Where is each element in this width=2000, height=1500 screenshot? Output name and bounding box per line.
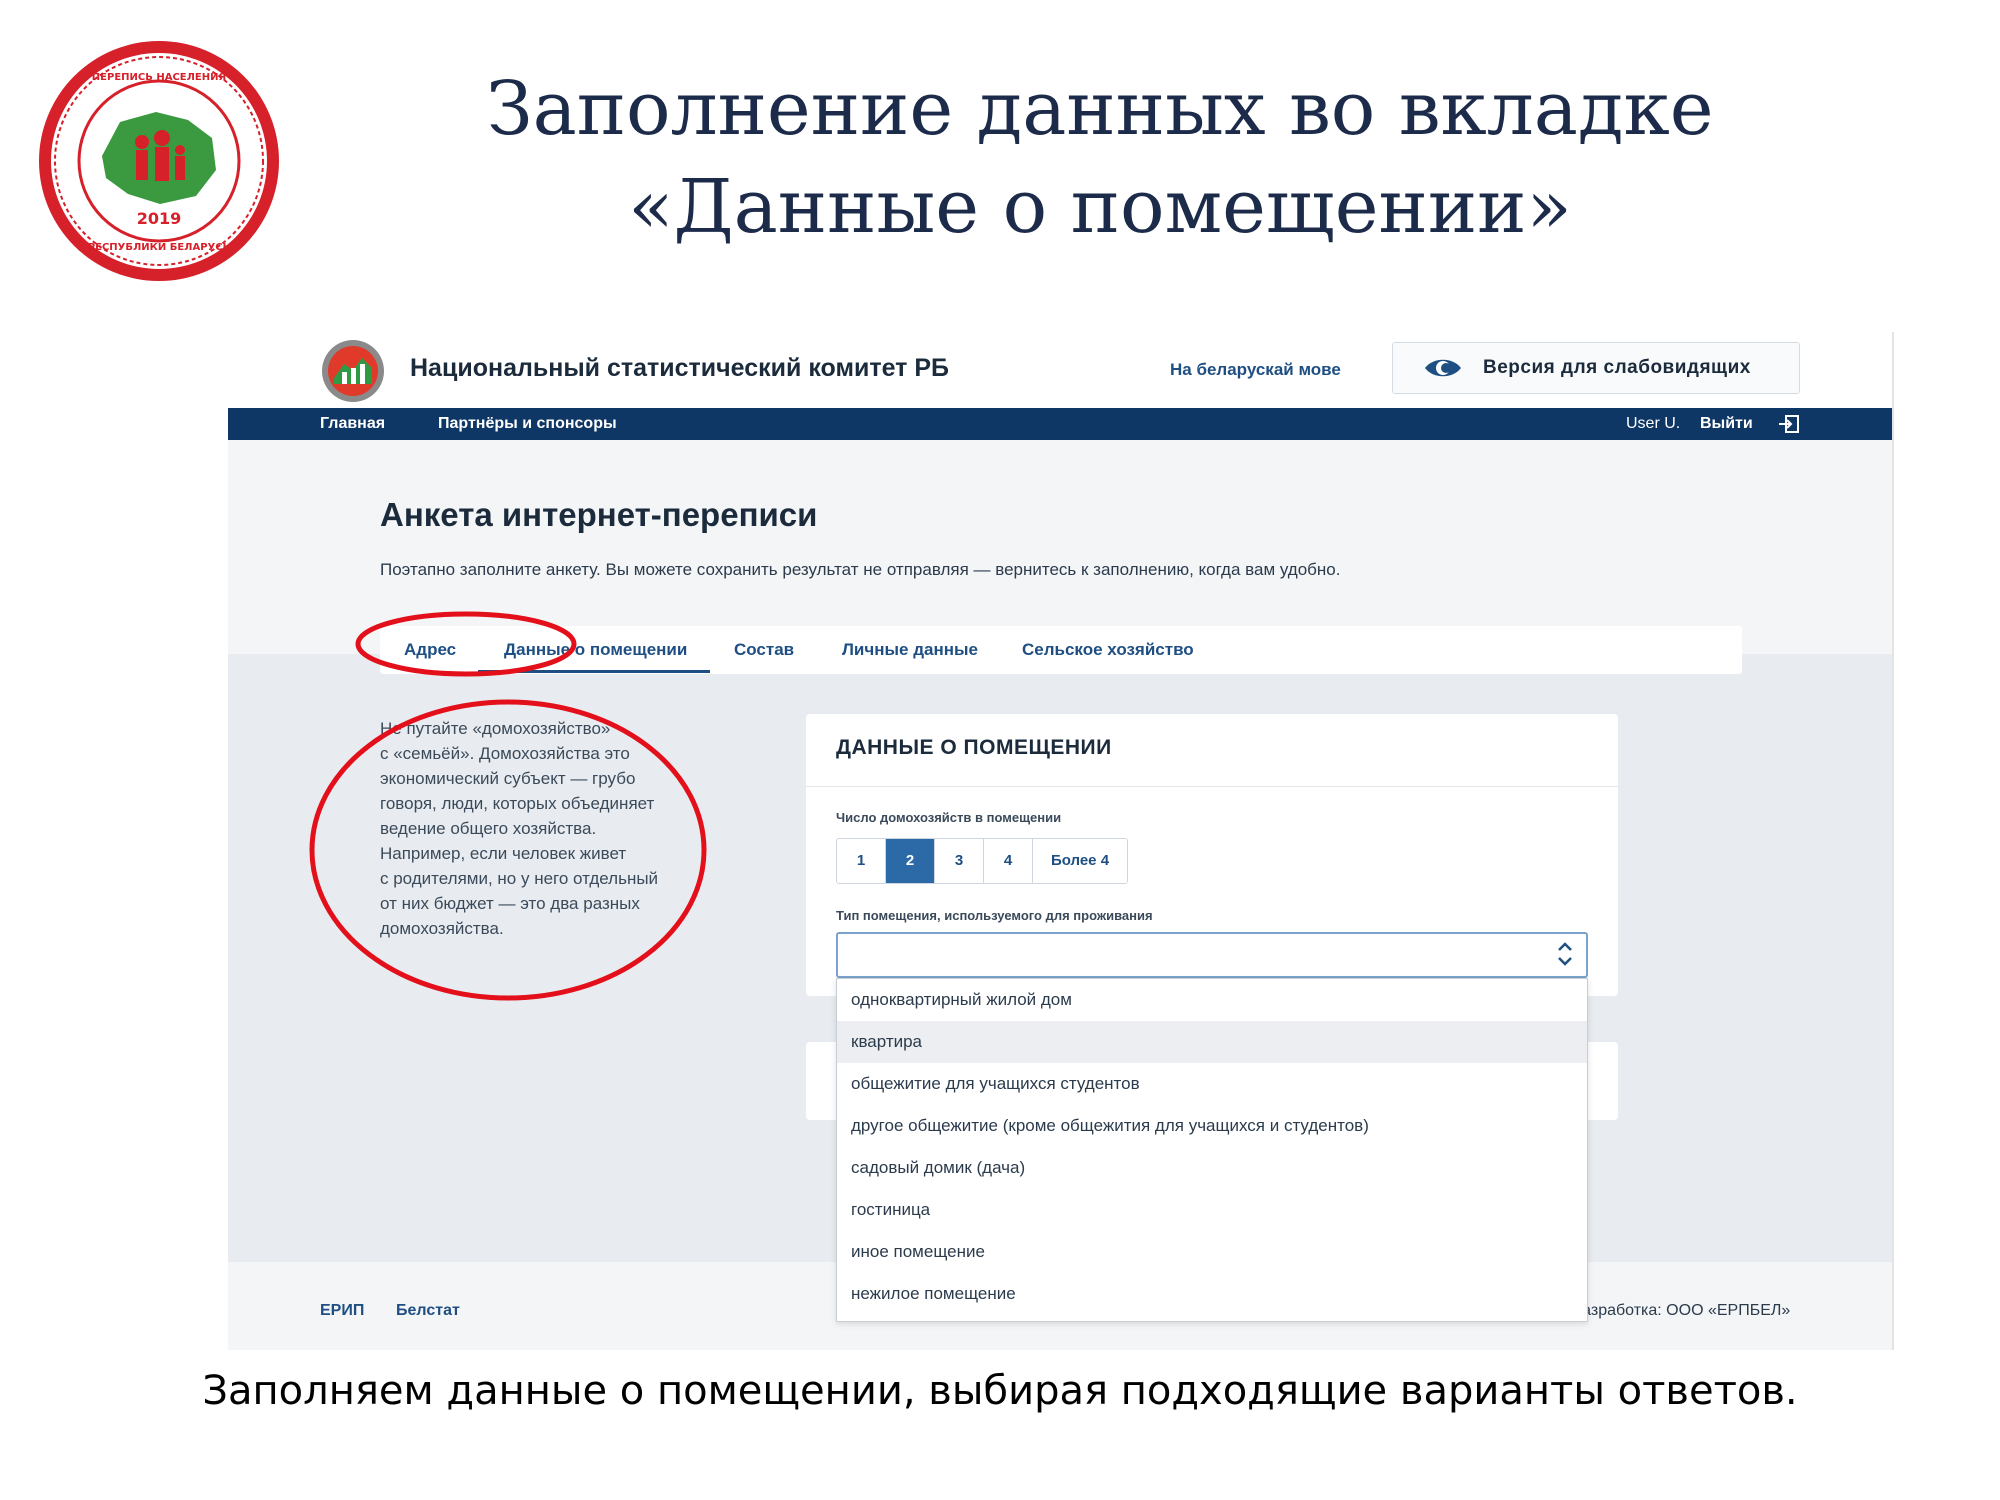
form-title: Анкета интернет-переписи bbox=[380, 496, 818, 533]
user-name[interactable]: User U. bbox=[1626, 415, 1680, 433]
households-option-more-4[interactable]: Более 4 bbox=[1033, 839, 1127, 883]
card-header: ДАННЫЕ О ПОМЕЩЕНИИ bbox=[806, 714, 1618, 787]
nav-partners[interactable]: Партнёры и спонсоры bbox=[438, 415, 617, 433]
footer-developer: Разработка: ООО «ЕРПБЕЛ» bbox=[1572, 1302, 1791, 1319]
main-navbar: Главная Партнёры и спонсоры User U. Выйт… bbox=[228, 408, 1892, 440]
tab-address[interactable]: Адрес bbox=[404, 640, 456, 660]
site-header: Национальный статистический комитет РБ Н… bbox=[228, 332, 1892, 408]
footer-link-belstat[interactable]: Белстат bbox=[396, 1302, 460, 1320]
footer-link-erip[interactable]: ЕРИП bbox=[320, 1302, 364, 1320]
tab-dwelling-data[interactable]: Данные о помещении bbox=[504, 640, 687, 660]
dropdown-option[interactable]: иное помещение bbox=[837, 1231, 1587, 1273]
dwelling-type-select[interactable] bbox=[836, 932, 1588, 978]
dropdown-option[interactable]: общежитие для учащихся студентов bbox=[837, 1063, 1587, 1105]
dropdown-option[interactable]: садовый домик (дача) bbox=[837, 1147, 1587, 1189]
card-title: ДАННЫЕ О ПОМЕЩЕНИИ bbox=[836, 736, 1112, 759]
nav-home[interactable]: Главная bbox=[320, 415, 385, 433]
slide-title-line-2: «Данные о помещении» bbox=[628, 164, 1572, 250]
census-logo-year: 2019 bbox=[137, 209, 182, 228]
dropdown-option-hovered[interactable]: квартира bbox=[837, 1021, 1587, 1063]
dwelling-type-dropdown: одноквартирный жилой дом квартира общежи… bbox=[836, 978, 1588, 1322]
eye-icon bbox=[1425, 359, 1461, 377]
low-vision-label: Версия для слабовидящих bbox=[1483, 357, 1751, 378]
page-header-area bbox=[228, 440, 1892, 654]
households-count-selector: 1 2 3 4 Более 4 bbox=[836, 838, 1128, 884]
hint-line: Не путайте «домохозяйство» bbox=[380, 719, 611, 738]
belarusian-language-link[interactable]: На беларускай мове bbox=[1170, 360, 1341, 380]
households-count-label: Число домохозяйств в помещении bbox=[836, 810, 1062, 825]
chevron-up-down-icon[interactable] bbox=[1556, 940, 1574, 968]
household-hint: Не путайте «домохозяйство» с «семьёй». Д… bbox=[380, 716, 710, 941]
svg-text:ПЕРЕПИСЬ НАСЕЛЕНИЯ: ПЕРЕПИСЬ НАСЕЛЕНИЯ bbox=[92, 72, 226, 83]
hint-line: говоря, люди, которых объединяет bbox=[380, 794, 655, 813]
belstat-emblem-icon bbox=[322, 340, 384, 402]
svg-text:РЕСПУБЛИКИ БЕЛАРУСЬ: РЕСПУБЛИКИ БЕЛАРУСЬ bbox=[88, 242, 230, 253]
households-option-4[interactable]: 4 bbox=[984, 839, 1033, 883]
slide-caption: Заполняем данные о помещении, выбирая по… bbox=[202, 1368, 1798, 1414]
tab-composition[interactable]: Состав bbox=[734, 640, 794, 660]
logout-link[interactable]: Выйти bbox=[1700, 415, 1753, 433]
slide-title: Заполнение данных во вкладке «Данные о п… bbox=[340, 60, 1860, 256]
hint-line: домохозяйства. bbox=[380, 919, 504, 938]
logout-icon[interactable] bbox=[1778, 414, 1800, 434]
hint-line: с «семьёй». Домохозяйства это bbox=[380, 744, 630, 763]
households-option-1[interactable]: 1 bbox=[837, 839, 886, 883]
website-screenshot: Национальный статистический комитет РБ Н… bbox=[228, 332, 1894, 1350]
dwelling-type-label: Тип помещения, используемого для прожива… bbox=[836, 908, 1153, 923]
form-tabs: Адрес Данные о помещении Состав Личные д… bbox=[380, 626, 1742, 674]
dwelling-data-card: ДАННЫЕ О ПОМЕЩЕНИИ Число домохозяйств в … bbox=[806, 714, 1618, 996]
tab-agriculture[interactable]: Сельское хозяйство bbox=[1022, 640, 1194, 660]
form-subtitle: Поэтапно заполните анкету. Вы можете сох… bbox=[380, 560, 1341, 579]
tab-personal-data[interactable]: Личные данные bbox=[842, 640, 978, 660]
site-name[interactable]: Национальный статистический комитет РБ bbox=[410, 354, 949, 383]
hint-line: Например, если человек живет bbox=[380, 844, 627, 863]
slide-title-line-1: Заполнение данных во вкладке bbox=[486, 66, 1714, 152]
hint-line: ведение общего хозяйства. bbox=[380, 819, 597, 838]
dropdown-option[interactable]: нежилое помещение bbox=[837, 1273, 1587, 1315]
dropdown-option[interactable]: одноквартирный жилой дом bbox=[837, 979, 1587, 1021]
hint-line: с родителями, но у него отдельный bbox=[380, 869, 659, 888]
hint-line: от них бюджет — это два разных bbox=[380, 894, 640, 913]
hint-line: экономический субъект — грубо bbox=[380, 769, 636, 788]
dropdown-option[interactable]: другое общежитие (кроме общежития для уч… bbox=[837, 1105, 1587, 1147]
households-option-3[interactable]: 3 bbox=[935, 839, 984, 883]
census-logo: 2019 ПЕРЕПИСЬ НАСЕЛЕНИЯ РЕСПУБЛИКИ БЕЛАР… bbox=[39, 41, 279, 281]
low-vision-version-button[interactable]: Версия для слабовидящих bbox=[1392, 342, 1800, 394]
households-option-2[interactable]: 2 bbox=[886, 839, 935, 883]
active-tab-indicator bbox=[478, 670, 710, 673]
dropdown-option[interactable]: гостиница bbox=[837, 1189, 1587, 1231]
